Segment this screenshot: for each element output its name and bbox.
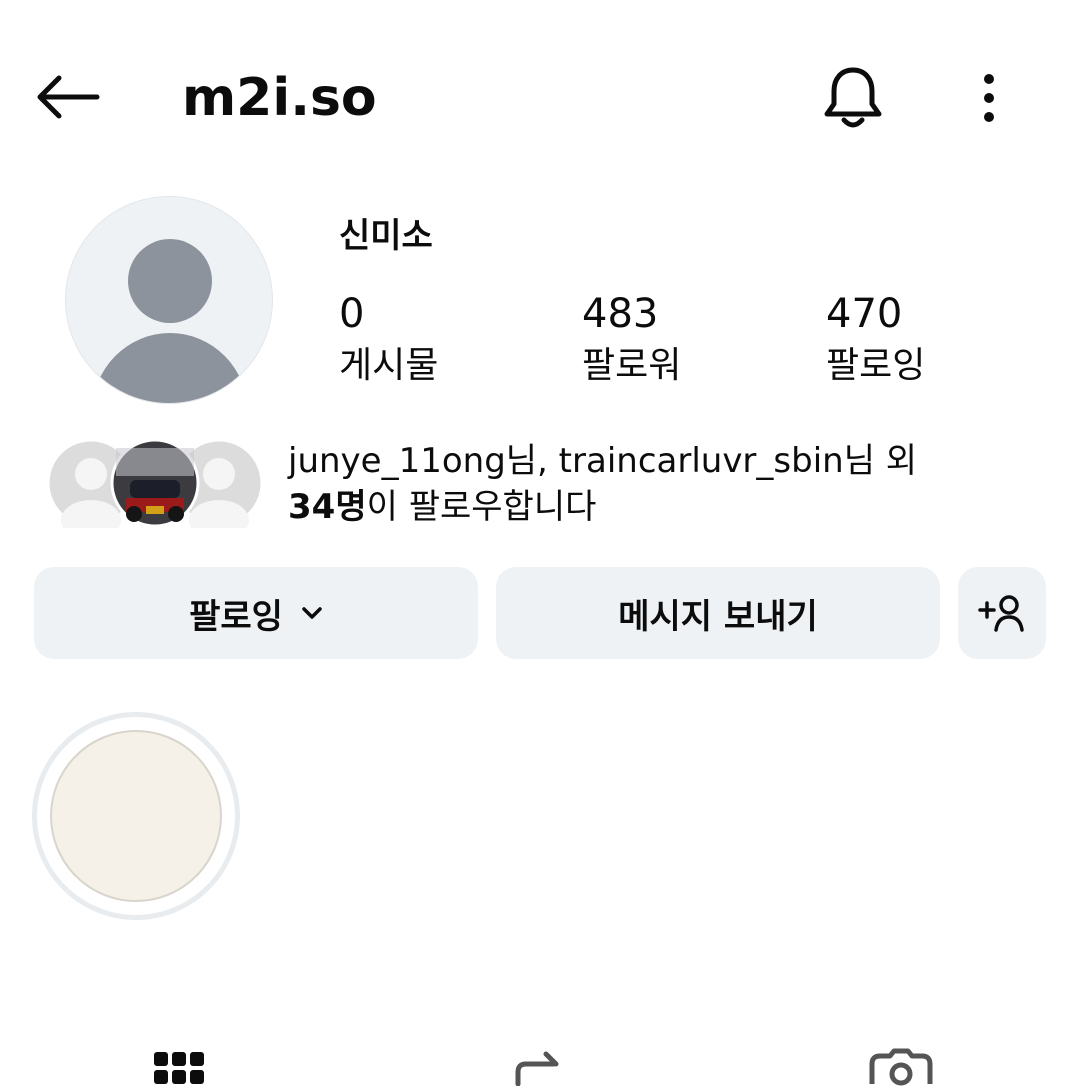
reels-icon (515, 1051, 559, 1087)
story-highlight[interactable] (32, 712, 240, 920)
default-avatar-icon (92, 239, 248, 403)
tab-tagged[interactable] (866, 1046, 946, 1086)
page-title: m2i.so (182, 68, 377, 128)
stat-followers-label: 팔로워 (582, 345, 682, 386)
stat-following[interactable]: 470 팔로잉 (826, 288, 1026, 390)
back-arrow-icon (37, 75, 100, 119)
add-user-button[interactable] (958, 567, 1046, 659)
profile-avatar[interactable] (65, 196, 273, 404)
profile-display-name: 신미소 (339, 216, 433, 256)
stat-followers-count: 483 (582, 291, 659, 337)
more-options-button[interactable] (960, 60, 1018, 136)
mutual-followers-line2: 34명이 팔로우합니다 (288, 484, 1048, 530)
stat-posts-count: 0 (339, 291, 365, 337)
message-button[interactable]: 메시지 보내기 (496, 567, 940, 659)
status-bar-remnant (270, 0, 370, 6)
grid-icon (154, 1052, 204, 1084)
bell-icon (824, 67, 882, 128)
tagged-icon (869, 1048, 933, 1086)
mutual-followers-suffix: 이 팔로우합니다 (366, 487, 597, 527)
tab-reposts[interactable] (510, 1046, 590, 1087)
following-button-label: 팔로잉 (189, 596, 283, 637)
back-button[interactable] (28, 62, 108, 132)
stat-posts[interactable]: 0 게시물 (339, 288, 539, 390)
notifications-button[interactable] (815, 60, 891, 136)
more-vertical-icon (984, 74, 994, 122)
mutual-follower-avatars[interactable] (46, 438, 266, 528)
mutual-followers-line1: junye_11ong님, traincarluvr_sbin님 외 (288, 441, 918, 481)
following-button[interactable]: 팔로잉 (34, 567, 478, 659)
mutual-followers-count: 34명 (288, 487, 367, 527)
mutual-followers-text[interactable]: junye_11ong님, traincarluvr_sbin님 외 34명이 … (288, 438, 1048, 530)
mutual-avatar-2 (110, 438, 200, 528)
stat-following-count: 470 (826, 291, 903, 337)
add-user-icon (978, 595, 1024, 632)
stat-following-label: 팔로잉 (826, 345, 926, 386)
message-button-label: 메시지 보내기 (618, 596, 818, 637)
stat-posts-label: 게시물 (339, 345, 439, 386)
tab-posts-grid[interactable] (150, 1046, 230, 1086)
chevron-down-icon (301, 606, 323, 620)
stat-followers[interactable]: 483 팔로워 (582, 288, 782, 390)
story-highlight-cover (50, 730, 222, 902)
